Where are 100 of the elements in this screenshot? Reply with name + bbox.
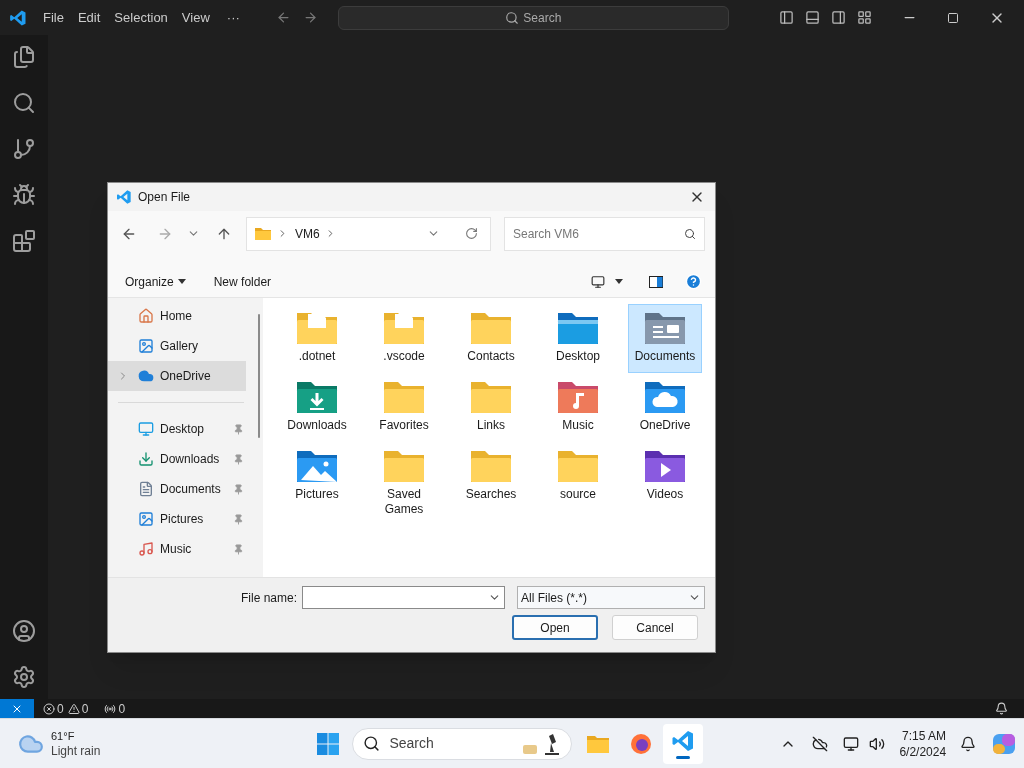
error-count[interactable]: 0: [57, 699, 64, 718]
file-name: Favorites: [379, 418, 429, 433]
menu-item[interactable]: Selection: [107, 7, 175, 28]
file-name-label: File name:: [239, 589, 297, 607]
scrollbar-thumb[interactable]: [257, 314, 260, 438]
settings-icon[interactable]: [12, 665, 36, 689]
search-field[interactable]: Search VM6: [504, 216, 705, 251]
layout-icon[interactable]: [856, 10, 872, 25]
account-icon[interactable]: [12, 619, 36, 643]
nav-pane-item[interactable]: Pictures: [108, 504, 246, 534]
folder-folder-icon: [469, 448, 513, 484]
panel-toggle-icon[interactable]: [804, 10, 820, 25]
folder-item[interactable]: Saved Games: [367, 442, 441, 521]
blocks-icon[interactable]: [12, 229, 36, 253]
menu-item[interactable]: View: [174, 7, 217, 28]
view-icon[interactable]: [591, 274, 605, 289]
pin-icon[interactable]: [233, 543, 244, 555]
weather-condition[interactable]: Light rain: [51, 743, 101, 759]
folder-item[interactable]: OneDrive: [628, 373, 702, 442]
desktop-folder-icon: [556, 310, 600, 346]
folder-folder-icon: [556, 448, 600, 484]
folder-item[interactable]: Videos: [628, 442, 702, 521]
address-bar[interactable]: VM6: [246, 216, 491, 251]
nav-pane-item[interactable]: Downloads: [108, 444, 246, 474]
folder-item[interactable]: Pictures: [280, 442, 354, 521]
folder-icon: [382, 310, 426, 346]
folder-item[interactable]: Downloads: [280, 373, 354, 442]
folder-item[interactable]: .dotnet: [280, 304, 354, 373]
vscode-icon: [116, 189, 132, 205]
pin-icon[interactable]: [233, 513, 244, 525]
menu-item[interactable]: File: [36, 7, 71, 28]
back-icon[interactable]: [275, 10, 291, 25]
command-search[interactable]: Search: [337, 5, 729, 30]
sidebar-toggle-icon[interactable]: [778, 10, 794, 25]
folder-item[interactable]: .vscode: [367, 304, 441, 373]
secondary-sidebar-icon[interactable]: [830, 10, 846, 25]
files-icon[interactable]: [12, 45, 36, 69]
folder-item[interactable]: Favorites: [367, 373, 441, 442]
caret-icon[interactable]: [615, 279, 623, 284]
nav-pane-label: Gallery: [160, 338, 199, 355]
file-name: Music: [562, 418, 594, 433]
vscode-taskbar-button[interactable]: [663, 723, 704, 764]
search-icon[interactable]: [12, 91, 36, 115]
start-icon[interactable]: [317, 732, 340, 755]
taskbar-search[interactable]: Search: [352, 727, 573, 760]
notifications-icon[interactable]: [960, 735, 977, 752]
nav-pane-item[interactable]: OneDrive: [108, 361, 246, 391]
pin-icon[interactable]: [233, 453, 244, 465]
folder-item[interactable]: Desktop: [541, 304, 615, 373]
copilot-icon[interactable]: [992, 731, 1017, 756]
pin-icon[interactable]: [233, 483, 244, 495]
breadcrumb[interactable]: VM6: [295, 224, 320, 243]
nav-pane-item[interactable]: Music: [108, 534, 246, 564]
nav-pane-item[interactable]: Gallery: [108, 331, 246, 361]
folder-item[interactable]: Documents: [628, 304, 702, 373]
dialog-button[interactable]: Cancel: [612, 615, 698, 640]
file-name: source: [560, 487, 596, 502]
preview-pane-icon[interactable]: [649, 275, 663, 288]
ports-count[interactable]: 0: [118, 699, 126, 718]
folder-folder-icon: [382, 379, 426, 415]
folder-item[interactable]: Links: [454, 373, 528, 442]
clock-time[interactable]: 7:15 AM: [902, 727, 947, 744]
file-name: .vscode: [383, 349, 425, 364]
organize-menu[interactable]: Organize: [125, 272, 186, 291]
warning-count[interactable]: 0: [81, 699, 89, 718]
file-name: Searches: [465, 487, 517, 502]
warning-icon: [67, 702, 80, 715]
dialog-button[interactable]: Open: [512, 615, 598, 640]
menu-item[interactable]: Edit: [70, 7, 108, 28]
folder-folder-icon: [469, 379, 513, 415]
nav-pane-item[interactable]: Home: [108, 301, 246, 331]
branch-icon[interactable]: [12, 137, 36, 161]
nav-pane-item[interactable]: Documents: [108, 474, 246, 504]
gallery-icon: [138, 338, 154, 354]
help-icon[interactable]: [685, 273, 702, 290]
refresh-icon[interactable]: [465, 227, 478, 240]
notifications-icon[interactable]: [995, 702, 1008, 715]
pin-icon[interactable]: [233, 423, 244, 435]
folder-item[interactable]: source: [541, 442, 615, 521]
volume-icon[interactable]: [869, 735, 886, 752]
nav-pane-label: Documents: [160, 481, 222, 498]
nav-pane-item[interactable]: Desktop: [108, 414, 246, 444]
clock-date[interactable]: 6/2/2024: [899, 743, 947, 760]
new-folder-button[interactable]: New folder: [213, 272, 272, 291]
folder-item[interactable]: Contacts: [454, 304, 528, 373]
network-icon[interactable]: [843, 735, 860, 752]
forward-icon[interactable]: [302, 10, 318, 25]
file-type-select[interactable]: All Files (*.*): [517, 586, 705, 609]
app-logo-icon: [9, 8, 27, 27]
folder-item[interactable]: Music: [541, 373, 615, 442]
temperature[interactable]: 61°F: [51, 728, 101, 744]
maximize-icon[interactable]: [946, 11, 959, 24]
browser-icon[interactable]: [630, 732, 653, 755]
more-menu[interactable]: ···: [216, 7, 250, 28]
nav-pane-label: OneDrive: [160, 368, 212, 385]
folder-item[interactable]: Searches: [454, 442, 528, 521]
bug-icon[interactable]: [12, 183, 36, 207]
cloud-off-icon[interactable]: [812, 735, 829, 752]
home-icon: [138, 308, 154, 324]
file-name-field[interactable]: [302, 586, 505, 609]
